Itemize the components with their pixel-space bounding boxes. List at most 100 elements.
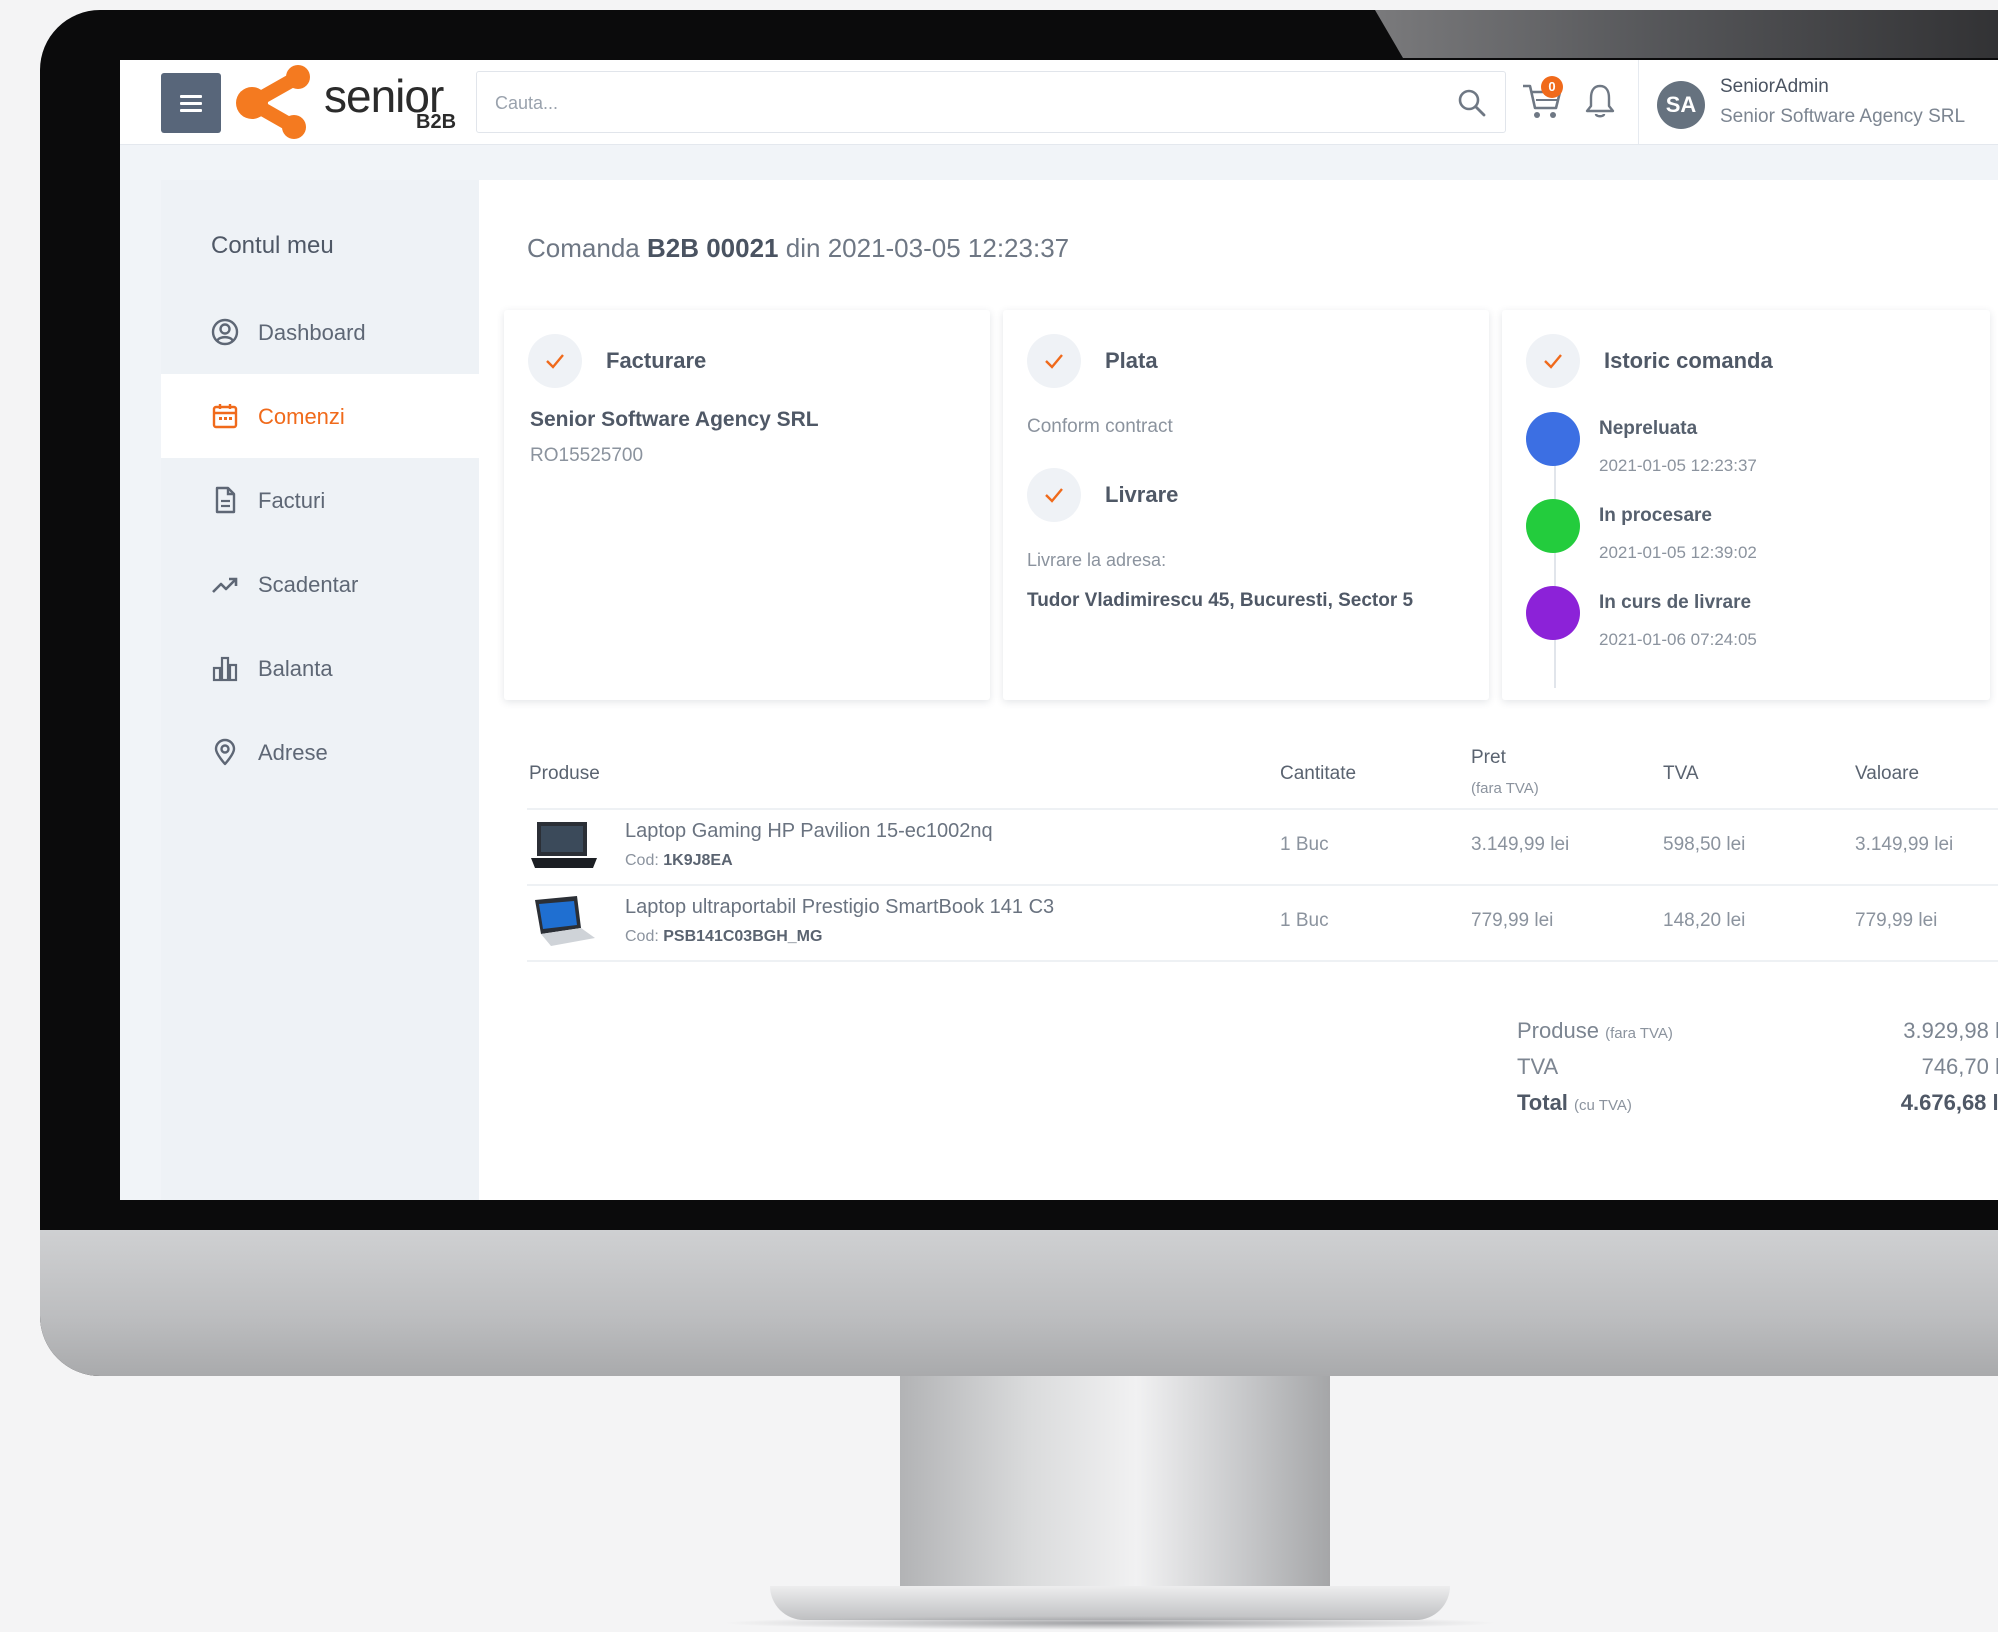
product-vat: 148,20 lei: [1663, 910, 1746, 931]
col-header-quantity: Cantitate: [1280, 763, 1357, 784]
user-name[interactable]: SeniorAdmin: [1720, 76, 1829, 98]
status-time: 2021-01-05 12:39:02: [1599, 543, 1757, 562]
brand-logo[interactable]: senior B2B: [232, 63, 462, 141]
history-heading: Istoric comanda: [1604, 348, 1773, 373]
check-icon: [1544, 354, 1562, 369]
user-circle-icon: [211, 318, 239, 346]
row-divider: [527, 884, 1998, 886]
document-icon: [215, 486, 236, 514]
order-history-card: Istoric comanda Nepreluata 2021-01-05 12…: [1502, 310, 1990, 700]
status-dot-in-curs-de-livrare: [1526, 586, 1580, 640]
table-header-divider: [527, 808, 1998, 810]
user-company: Senior Software Agency SRL: [1720, 106, 1966, 127]
sidebar-item-label: Adrese: [258, 740, 328, 765]
row-divider: [527, 960, 1998, 962]
order-date: 2021-03-05 12:23:37: [827, 233, 1070, 263]
bar-chart-icon: [212, 656, 238, 682]
product-value: 3.149,99 lei: [1855, 834, 1954, 855]
col-header-vat: TVA: [1663, 763, 1699, 784]
payment-heading: Plata: [1105, 348, 1158, 373]
product-vat: 598,50 lei: [1663, 834, 1746, 855]
product-name[interactable]: Laptop Gaming HP Pavilion 15-ec1002nq: [625, 820, 993, 843]
billing-check: [528, 334, 582, 388]
history-check: [1526, 334, 1580, 388]
logo-sub: B2B: [416, 111, 457, 133]
col-header-price: Pret: [1471, 747, 1506, 768]
check-icon: [1045, 354, 1063, 369]
delivery-heading: Livrare: [1105, 482, 1179, 507]
sidebar-title: Contul meu: [211, 232, 334, 259]
status-label: Nepreluata: [1599, 418, 1698, 439]
col-header-price-sub: (fara TVA): [1471, 780, 1539, 797]
monitor-chin: [40, 1230, 1998, 1376]
avatar[interactable]: SA: [1657, 81, 1705, 129]
monitor-stand-neck: [900, 1376, 1330, 1594]
product-code: Cod: PSB141C03BGH_MG: [625, 928, 823, 945]
summary-vat-label: TVA: [1517, 1054, 1559, 1079]
monitor-glare: [1375, 10, 1998, 58]
monitor-stand-base: [770, 1586, 1450, 1620]
sidebar-item-label: Scadentar: [258, 572, 359, 597]
product-quantity: 1 Buc: [1280, 910, 1329, 931]
product-quantity: 1 Buc: [1280, 834, 1329, 855]
summary-products-label: Produse (fara TVA): [1517, 1018, 1673, 1043]
status-time: 2021-01-06 07:24:05: [1599, 630, 1757, 649]
product-price: 779,99 lei: [1471, 910, 1554, 931]
sidebar-item-label: Balanta: [258, 656, 333, 681]
page-title: Comanda B2B 00021 din 2021-03-05 12:23:3…: [527, 233, 1070, 263]
bell-icon[interactable]: [1583, 82, 1617, 120]
check-icon: [1045, 488, 1063, 503]
sidebar-item-adrese[interactable]: Adrese: [161, 710, 479, 794]
delivery-address-label: Livrare la adresa:: [1027, 550, 1167, 570]
timeline-line: [1554, 440, 1556, 688]
billing-vat-id: RO15525700: [530, 445, 644, 466]
order-number: B2B 00021: [646, 233, 779, 263]
search-input[interactable]: [493, 86, 1397, 120]
product-thumbnail: [535, 896, 595, 946]
sidebar-item-scadentar[interactable]: Scadentar: [161, 542, 479, 626]
summary-vat-value: 746,70 lei: [1921, 1054, 1998, 1079]
calendar-icon: [212, 404, 238, 429]
top-bar: senior B2B 0 SA: [120, 60, 1998, 145]
hamburger-icon: [180, 102, 202, 105]
order-detail: Comanda B2B 00021 din 2021-03-05 12:23:3…: [479, 180, 1998, 1200]
status-dot-in-procesare: [1526, 499, 1580, 553]
billing-card: Facturare Senior Software Agency SRL RO1…: [504, 310, 990, 700]
payment-method: Conform contract: [1027, 416, 1173, 437]
user-divider: [1638, 60, 1639, 144]
sidebar-item-dashboard[interactable]: Dashboard: [161, 290, 479, 374]
monitor-stand-shadow: [720, 1616, 1500, 1630]
hamburger-icon: [180, 109, 202, 112]
delivery-check: [1027, 468, 1081, 522]
summary-products-value: 3.929,98 lei: [1903, 1018, 1998, 1043]
status-time: 2021-01-05 12:23:37: [1599, 456, 1757, 475]
sidebar-item-comenzi[interactable]: Comenzi: [161, 374, 479, 458]
share-logo-icon: [236, 65, 310, 139]
payment-check: [1027, 334, 1081, 388]
search-box: [476, 71, 1506, 133]
status-label: In procesare: [1599, 505, 1712, 526]
summary-total-label: Total (cu TVA): [1517, 1090, 1632, 1115]
sidebar: Contul meu Dashboard Comenzi Facturi Sca…: [161, 180, 479, 1200]
menu-toggle-button[interactable]: [161, 73, 221, 133]
search-icon[interactable]: [1457, 88, 1487, 118]
check-icon: [546, 354, 564, 369]
product-name[interactable]: Laptop ultraportabil Prestigio SmartBook…: [625, 896, 1054, 919]
sidebar-item-label: Comenzi: [258, 404, 345, 429]
product-price: 3.149,99 lei: [1471, 834, 1570, 855]
product-code: Cod: 1K9J8EA: [625, 852, 733, 869]
col-header-value: Valoare: [1855, 763, 1920, 784]
monitor-frame: senior B2B 0 SA: [40, 10, 1998, 1376]
sidebar-item-balanta[interactable]: Balanta: [161, 626, 479, 710]
product-thumbnail: [531, 822, 597, 868]
location-pin-icon: [214, 738, 236, 766]
sidebar-item-label: Facturi: [258, 488, 326, 513]
sidebar-item-label: Dashboard: [258, 320, 366, 345]
payment-delivery-card: Plata Conform contract Livrare Livrare l…: [1003, 310, 1489, 700]
billing-company: Senior Software Agency SRL: [530, 408, 819, 431]
sidebar-item-facturi[interactable]: Facturi: [161, 458, 479, 542]
status-dot-nepreluata: [1526, 412, 1580, 466]
product-value: 779,99 lei: [1855, 910, 1938, 931]
hamburger-icon: [180, 95, 202, 98]
billing-heading: Facturare: [606, 348, 707, 373]
